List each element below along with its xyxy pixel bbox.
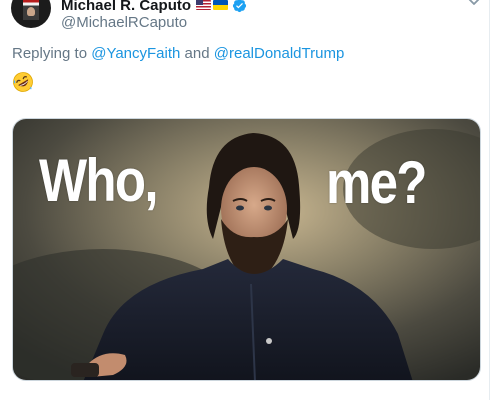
author-name-line[interactable]: Michael R. Caputo [61,0,247,15]
tweet: Michael R. Caputo @MichaelRCaputo Replyi… [0,0,495,400]
book-cover-image [23,0,39,20]
replying-to-line: Replying to @YancyFaith and @realDonaldT… [12,45,344,62]
author-handle[interactable]: @MichaelRCaputo [61,14,187,31]
chevron-down-icon[interactable] [467,0,481,7]
ukraine-flag-icon [213,0,229,10]
replying-to-prefix: Replying to [12,45,92,62]
avatar[interactable] [11,0,51,28]
meme-caption-right: me? [326,149,427,216]
author-display-name[interactable]: Michael R. Caputo [61,0,191,14]
meme-caption-left: Who, [39,147,159,214]
rolling-on-floor-laughing-emoji [13,72,33,92]
replying-to-conjunction: and [180,45,214,62]
mention-link[interactable]: @realDonaldTrump [214,45,345,62]
timeline-divider [489,0,490,400]
us-flag-icon [196,0,212,10]
verified-badge-icon [232,0,247,12]
tweet-media-image[interactable]: Who, me? [12,118,481,381]
mention-link[interactable]: @YancyFaith [91,45,180,62]
